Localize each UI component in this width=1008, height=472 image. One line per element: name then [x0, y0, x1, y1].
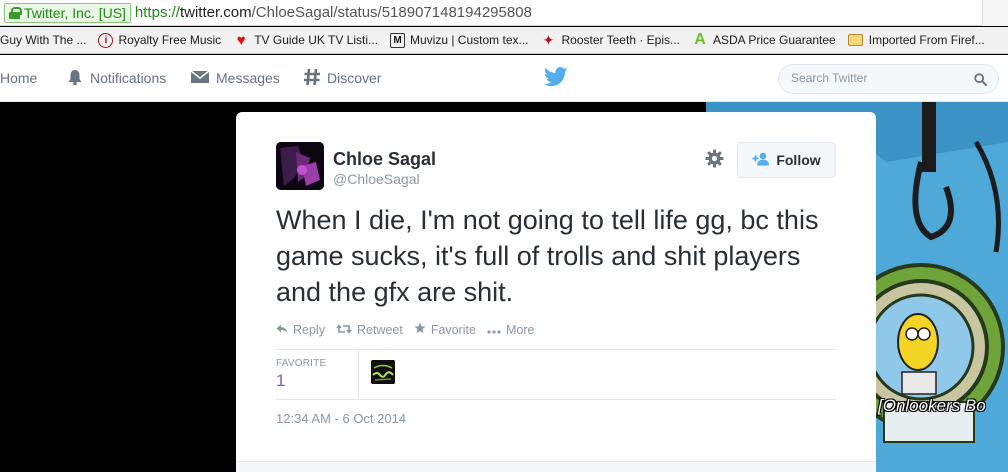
more-dots-icon — [487, 323, 501, 337]
cert-label: Twitter, Inc. [US] — [24, 4, 126, 21]
bookmark-folder-imported[interactable]: Imported From Firef... — [842, 32, 991, 48]
url-path: /ChloeSagal/status/518907148194295808 — [251, 4, 532, 21]
url-scheme: https:// — [134, 4, 180, 21]
bookmark-royalty-free-music[interactable]: i Royalty Free Music — [92, 32, 227, 48]
retweet-label: Retweet — [356, 322, 403, 337]
favorite-button[interactable]: Favorite — [414, 322, 476, 337]
nav-notifications-label: Notifications — [90, 70, 167, 86]
reply-button[interactable]: Reply — [276, 322, 325, 337]
a-logo-icon: A — [694, 31, 706, 48]
bookmark-guy-with-the[interactable]: Guy With The ... — [0, 33, 92, 47]
nav-notifications[interactable]: Notifications — [66, 55, 166, 101]
reply-icon — [276, 323, 288, 337]
folder-icon — [848, 32, 864, 48]
bookmark-asda[interactable]: A ASDA Price Guarantee — [686, 31, 842, 48]
nav-messages-label: Messages — [216, 70, 280, 86]
security-badge[interactable]: Twitter, Inc. [US] — [4, 2, 131, 23]
more-label: More — [505, 322, 535, 337]
bookmark-label: Guy With The ... — [0, 33, 87, 47]
nav-messages[interactable]: Messages — [190, 55, 280, 101]
search-input[interactable] — [791, 71, 961, 85]
nav-discover-label: Discover — [327, 70, 382, 86]
follow-person-icon — [752, 152, 770, 169]
bookmarks-bar: Guy With The ... i Royalty Free Music ♥ … — [0, 27, 1008, 54]
nav-home[interactable]: Home — [0, 55, 37, 101]
background-caption: [Onlookers Bo — [878, 396, 986, 415]
bookmark-tv-guide[interactable]: ♥ TV Guide UK TV Listi... — [227, 31, 384, 49]
retweet-icon — [336, 323, 352, 337]
author-fullname[interactable]: Chloe Sagal — [333, 149, 436, 170]
reply-label: Reply — [293, 322, 325, 337]
more-button[interactable]: More — [487, 322, 534, 337]
reply-box-area — [236, 461, 876, 472]
bookmark-rooster-teeth[interactable]: ✦ Rooster Teeth · Epis... — [535, 32, 687, 48]
tweet-actions: Reply Retweet Favorite More — [276, 322, 545, 337]
address-bar[interactable]: Twitter, Inc. [US] https://twitter.com/C… — [0, 0, 1008, 26]
tweet-card: Chloe Sagal @ChloeSagal Follow When I di… — [236, 112, 876, 472]
search-icon[interactable] — [974, 73, 987, 91]
twitter-top-nav: Home Notifications Messages Discover — [0, 55, 1008, 102]
bookmark-label: Royalty Free Music — [118, 33, 222, 47]
bookmark-muvizu[interactable]: M Muvizu | Custom tex... — [384, 32, 534, 48]
tweet-timestamp[interactable]: 12:34 AM - 6 Oct 2014 — [276, 411, 406, 426]
stat-divider — [358, 350, 359, 399]
twitter-bird-icon[interactable] — [543, 67, 568, 92]
bookmark-label: Imported From Firef... — [868, 33, 985, 47]
bell-icon — [66, 68, 84, 89]
favorite-stat-label: FAVORITE — [276, 358, 327, 369]
hash-icon — [303, 68, 321, 89]
tweet-text: When I die, I'm not going to tell life g… — [276, 205, 819, 307]
favoriter-avatar[interactable] — [371, 360, 395, 384]
envelope-icon — [190, 69, 210, 88]
info-icon: i — [98, 32, 114, 48]
star-icon — [414, 322, 426, 337]
favorite-stat-count[interactable]: 1 — [276, 371, 285, 391]
url-host: twitter.com — [179, 4, 252, 21]
bookmark-label: TV Guide UK TV Listi... — [254, 33, 379, 47]
url-text[interactable]: https://twitter.com/ChloeSagal/status/51… — [135, 4, 532, 21]
author-username[interactable]: @ChloeSagal — [333, 171, 420, 187]
nav-home-label: Home — [0, 70, 38, 86]
follow-button-label: Follow — [776, 152, 821, 168]
m-logo-icon: M — [390, 32, 406, 48]
heart-icon: ♥ — [236, 31, 246, 49]
tweet-stats: FAVORITE 1 — [276, 349, 836, 400]
search-box[interactable] — [778, 64, 999, 94]
bookmark-label: ASDA Price Guarantee — [713, 33, 836, 47]
lock-icon — [9, 6, 22, 19]
gear-icon[interactable] — [705, 149, 724, 173]
bookmark-label: Rooster Teeth · Epis... — [561, 33, 681, 47]
rooster-icon: ✦ — [542, 31, 555, 48]
retweet-button[interactable]: Retweet — [336, 322, 403, 337]
follow-button[interactable]: Follow — [737, 142, 836, 178]
address-bar-button[interactable] — [982, 0, 1008, 26]
favorite-label: Favorite — [430, 322, 476, 337]
profile-avatar[interactable] — [276, 142, 324, 190]
nav-discover[interactable]: Discover — [303, 55, 381, 101]
bookmark-label: Muvizu | Custom tex... — [410, 33, 529, 47]
